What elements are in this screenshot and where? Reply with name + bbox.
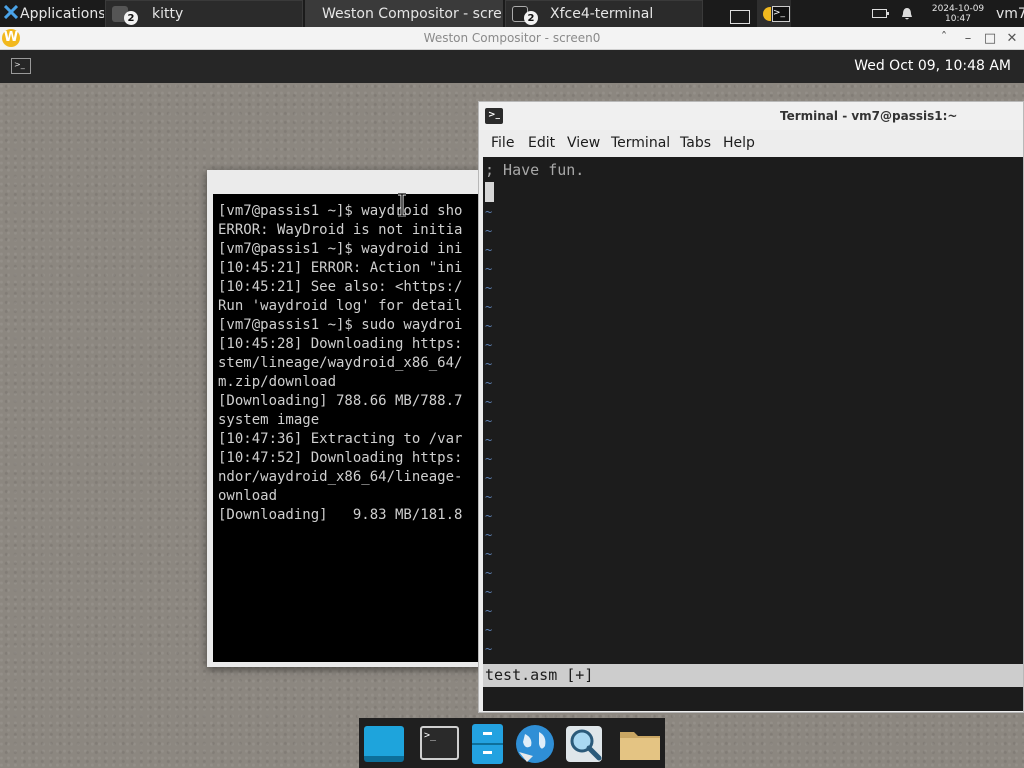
weston-terminal-launcher[interactable]: >_	[11, 58, 31, 74]
desktop-icon	[364, 726, 404, 762]
web-browser-dock-item[interactable]	[513, 724, 554, 764]
task-kitty[interactable]: 2 kitty	[105, 0, 303, 27]
kitty-output-text: [vm7@passis1 ~]$ waydroid sho ERROR: Way…	[218, 203, 463, 523]
terminal-prompt-icon: >_	[14, 60, 25, 69]
terminal-icon: >_	[420, 726, 459, 760]
dock: >_	[359, 718, 665, 768]
menu-terminal[interactable]: Terminal	[611, 130, 670, 156]
weston-logo-icon: W	[2, 29, 20, 47]
close-icon[interactable]: ✕	[1002, 27, 1022, 50]
xfce-logo-icon	[3, 4, 19, 23]
clock-date: 2024-10-09	[931, 3, 985, 14]
weston-window-titlebar[interactable]: W Weston Compositor - screen0 ˆ – □ ✕	[0, 27, 1024, 50]
vim-tilde-line: ~	[485, 471, 493, 485]
vim-tilde-line: ~	[485, 243, 493, 257]
active-window-indicator[interactable]: >_	[757, 0, 791, 27]
kitty-terminal-output[interactable]: [vm7@passis1 ~]$ waydroid sho ERROR: Way…	[213, 194, 497, 662]
vim-first-line: ; Have fun.	[485, 161, 585, 179]
web-browser-icon	[516, 725, 554, 763]
vim-tilde-line: ~	[485, 319, 493, 333]
menu-file[interactable]: File	[491, 130, 514, 156]
applications-label: Applications	[20, 5, 104, 22]
notifications-bell-icon[interactable]	[900, 0, 918, 27]
vim-tilde-line: ~	[485, 376, 493, 390]
show-desktop-button[interactable]	[730, 0, 752, 27]
file-manager-dock-item[interactable]	[468, 724, 508, 764]
task-label: Xfce4-terminal	[550, 6, 654, 22]
battery-icon[interactable]	[872, 0, 892, 27]
vim-tilde-line: ~	[485, 490, 493, 504]
search-icon	[566, 726, 602, 762]
vim-tilde-line: ~	[485, 528, 493, 542]
vim-tilde-line: ~	[485, 357, 493, 371]
show-desktop-dock-item[interactable]	[363, 724, 404, 764]
menu-view[interactable]: View	[567, 130, 600, 156]
vim-tilde-line: ~	[485, 300, 493, 314]
kitty-titlebar[interactable]	[207, 170, 497, 194]
user-name: vm7	[996, 5, 1024, 22]
task-weston[interactable]: Weston Compositor - scre...	[305, 0, 503, 27]
task-label: Weston Compositor - scre...	[322, 6, 503, 22]
menu-help[interactable]: Help	[723, 130, 755, 156]
vim-status-line: test.asm [+]	[483, 664, 1023, 687]
vim-tilde-line: ~	[485, 281, 493, 295]
panel-clock[interactable]: 2024-10-09 10:47	[928, 0, 988, 27]
vim-tilde-line: ~	[485, 433, 493, 447]
vim-tilde-line: ~	[485, 623, 493, 637]
search-dock-item[interactable]	[564, 724, 604, 764]
window-count-badge: 2	[524, 11, 538, 25]
vim-tilde-line: ~	[485, 566, 493, 580]
clock-time: 10:47	[945, 13, 971, 24]
task-xfce4-terminal[interactable]: 2 Xfce4-terminal	[505, 0, 703, 27]
vim-tilde-line: ~	[485, 205, 493, 219]
terminal-menubar: File Edit View Terminal Tabs Help	[479, 130, 1023, 156]
vim-tilde-line: ~	[485, 604, 493, 618]
terminal-titlebar[interactable]: >_ Terminal - vm7@passis1:~	[479, 102, 1023, 130]
menu-edit[interactable]: Edit	[528, 130, 555, 156]
terminal-app-icon: >_	[485, 108, 503, 124]
xfce-top-panel: Applications ≡ 2 kitty Weston Compositor…	[0, 0, 1024, 27]
applications-menu-button[interactable]: Applications ≡	[0, 0, 104, 27]
weston-window-title: Weston Compositor - screen0	[423, 31, 601, 45]
task-label: kitty	[152, 6, 184, 22]
vim-tilde-line: ~	[485, 338, 493, 352]
folder-dock-item[interactable]	[618, 724, 660, 764]
shade-icon[interactable]: ˆ	[934, 27, 954, 50]
vim-tilde-line: ~	[485, 395, 493, 409]
vim-tilde-line: ~	[485, 262, 493, 276]
user-menu[interactable]: vm7	[996, 0, 1024, 27]
xfce4-terminal-window[interactable]: >_ Terminal - vm7@passis1:~ File Edit Vi…	[478, 101, 1024, 713]
vim-block-cursor	[485, 182, 494, 202]
kitty-window[interactable]: [vm7@passis1 ~]$ waydroid sho ERROR: Way…	[207, 170, 497, 667]
file-manager-icon	[472, 724, 503, 764]
window-outline-icon	[730, 9, 750, 24]
vim-tilde-line: ~	[485, 547, 493, 561]
weston-panel: >_ Wed Oct 09, 10:48 AM	[0, 50, 1024, 83]
menu-tabs[interactable]: Tabs	[680, 130, 711, 156]
weston-clock: Wed Oct 09, 10:48 AM	[854, 58, 1011, 74]
vim-tilde-line: ~	[485, 414, 493, 428]
vim-tilde-line: ~	[485, 452, 493, 466]
terminal-icon: >_	[772, 5, 790, 22]
weston-icon	[763, 6, 771, 21]
vim-tilde-line: ~	[485, 642, 493, 656]
text-ibeam-cursor-icon	[398, 193, 406, 217]
folder-icon	[620, 732, 660, 760]
terminal-content[interactable]: ; Have fun. ~ ~ ~ ~ ~ ~ ~ ~ ~ ~ ~ ~ ~ ~ ~ ~ ~ ~ ~ ~ ~ ~ ~ ~ tes…	[483, 157, 1023, 711]
vim-tilde-line: ~	[485, 224, 493, 238]
vim-tilde-line: ~	[485, 509, 493, 523]
maximize-icon[interactable]: □	[980, 27, 1000, 50]
vim-tilde-line: ~	[485, 585, 493, 599]
minimize-icon[interactable]: –	[958, 27, 978, 50]
terminal-dock-item[interactable]: >_	[419, 724, 459, 764]
terminal-window-title: Terminal - vm7@passis1:~	[780, 109, 958, 123]
window-count-badge: 2	[124, 11, 138, 25]
